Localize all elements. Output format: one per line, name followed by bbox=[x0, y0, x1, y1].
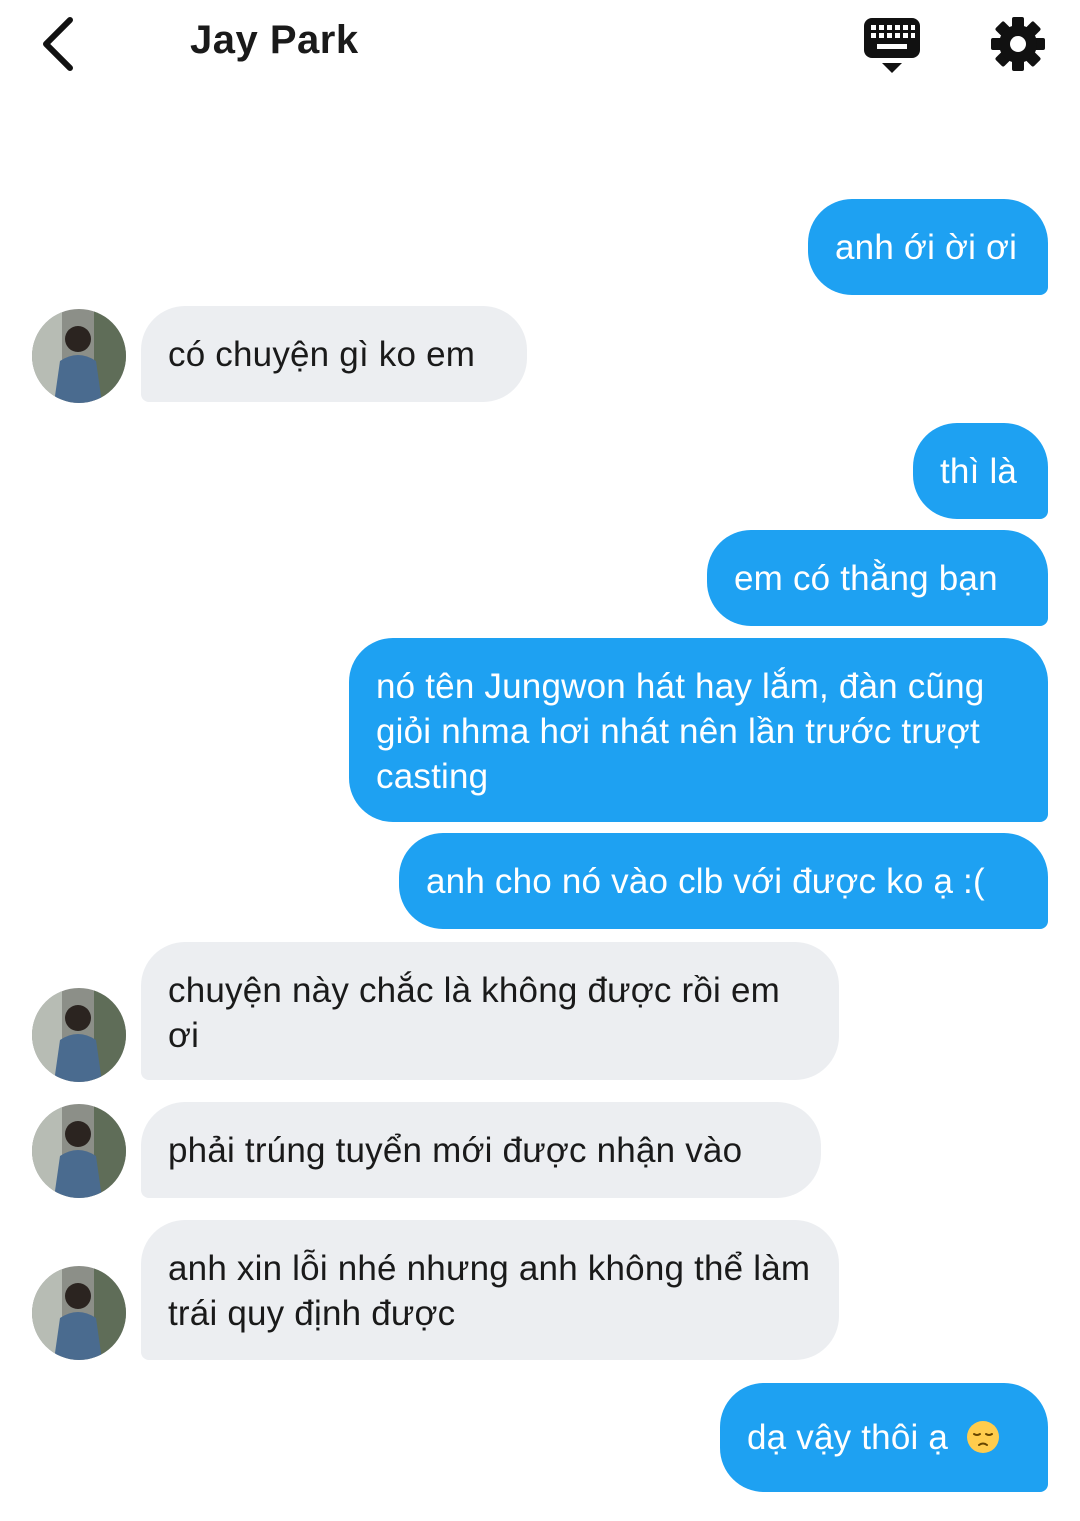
message-text: có chuyện gì ko em bbox=[168, 335, 476, 374]
outgoing-message[interactable]: nó tên Jungwon hát hay lắm, đàn cũng giỏ… bbox=[349, 638, 1048, 822]
conversation-title: Jay Park bbox=[190, 18, 359, 62]
message-text: anh ới ời ơi bbox=[835, 228, 1018, 267]
settings-button[interactable] bbox=[988, 14, 1048, 74]
message-text: dạ vậy thôi ạ bbox=[747, 1418, 949, 1457]
outgoing-message[interactable]: anh cho nó vào clb với được ko ạ :( bbox=[399, 833, 1048, 929]
message-text: anh cho nó vào clb với được ko ạ :( bbox=[426, 862, 985, 901]
chevron-left-icon bbox=[43, 17, 73, 71]
message-text: nó tên Jungwon hát hay lắm, đàn cũng giỏ… bbox=[376, 667, 985, 796]
keyboard-icon bbox=[864, 18, 920, 73]
avatar[interactable] bbox=[32, 1104, 126, 1198]
incoming-message[interactable]: phải trúng tuyển mới được nhận vào bbox=[141, 1102, 821, 1198]
message-text: anh xin lỗi nhé nhưng anh không thể làm … bbox=[168, 1249, 811, 1333]
pensive-face-emoji-icon bbox=[967, 1421, 1000, 1453]
outgoing-message[interactable]: em có thằng bạn bbox=[707, 530, 1048, 626]
message-text: phải trúng tuyển mới được nhận vào bbox=[168, 1131, 743, 1170]
chat-header: Jay Park bbox=[0, 0, 1080, 92]
message-text: chuyện này chắc là không được rồi em ơi bbox=[168, 971, 780, 1055]
avatar[interactable] bbox=[32, 988, 126, 1082]
outgoing-message[interactable]: anh ới ời ơi bbox=[808, 199, 1048, 295]
outgoing-message[interactable]: thì là bbox=[913, 423, 1048, 519]
back-button[interactable] bbox=[30, 14, 86, 74]
incoming-message[interactable]: chuyện này chắc là không được rồi em ơi bbox=[141, 942, 839, 1080]
gear-icon bbox=[991, 17, 1045, 71]
outgoing-message[interactable]: dạ vậy thôi ạ bbox=[720, 1383, 1048, 1492]
avatar[interactable] bbox=[32, 1266, 126, 1360]
incoming-message[interactable]: có chuyện gì ko em bbox=[141, 306, 527, 402]
message-text: em có thằng bạn bbox=[734, 559, 998, 598]
keyboard-button[interactable] bbox=[860, 14, 924, 76]
message-text: thì là bbox=[940, 452, 1018, 491]
avatar[interactable] bbox=[32, 309, 126, 403]
incoming-message[interactable]: anh xin lỗi nhé nhưng anh không thể làm … bbox=[141, 1220, 839, 1360]
